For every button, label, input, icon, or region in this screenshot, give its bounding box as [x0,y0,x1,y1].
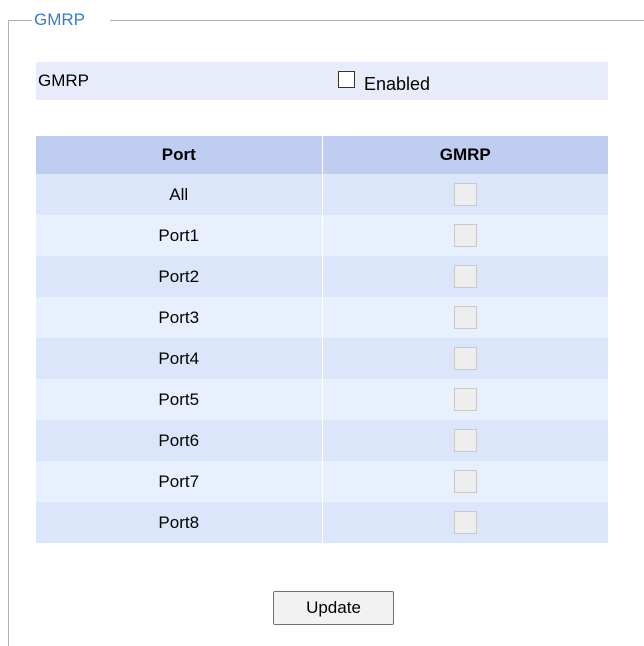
gmrp-checkbox-cell [322,174,608,215]
column-header-gmrp: GMRP [322,136,608,174]
port-gmrp-checkbox[interactable] [453,347,477,370]
port-name-cell: Port7 [36,461,323,502]
update-button[interactable]: Update [273,591,394,625]
gmrp-setting-row: GMRP Enabled [36,62,608,100]
gmrp-checkbox-cell [322,338,608,379]
table-header-row: Port GMRP [36,136,608,174]
fieldset-border-top-right [110,20,644,21]
port-gmrp-checkbox[interactable] [453,224,477,247]
table-row: All [36,174,608,215]
port-gmrp-checkbox[interactable] [453,470,477,493]
fieldset-border-left [8,20,9,646]
port-name-cell: Port5 [36,379,323,420]
gmrp-checkbox-cell [322,256,608,297]
port-name-cell: Port8 [36,502,323,543]
gmrp-setting-label: GMRP [38,71,89,90]
port-name-cell: Port4 [36,338,323,379]
port-name-cell: Port1 [36,215,323,256]
table-row: Port4 [36,338,608,379]
table-row: Port8 [36,502,608,543]
table-row: Port2 [36,256,608,297]
column-header-port: Port [36,136,323,174]
port-gmrp-checkbox[interactable] [453,511,477,534]
port-name-cell: Port2 [36,256,323,297]
table-row: Port6 [36,420,608,461]
port-name-cell: Port3 [36,297,323,338]
fieldset-legend: GMRP [34,10,85,29]
gmrp-checkbox-cell [322,297,608,338]
gmrp-enabled-label[interactable]: Enabled [364,73,430,95]
port-name-cell: All [36,174,323,215]
port-gmrp-checkbox[interactable] [453,306,477,329]
gmrp-enabled-checkbox[interactable] [338,71,355,88]
gmrp-checkbox-cell [322,215,608,256]
gmrp-checkbox-cell [322,379,608,420]
port-gmrp-checkbox[interactable] [453,429,477,452]
port-name-cell: Port6 [36,420,323,461]
fieldset-border-top-left [8,20,32,21]
table-row: Port7 [36,461,608,502]
port-gmrp-checkbox[interactable] [453,388,477,411]
gmrp-checkbox-cell [322,461,608,502]
table-row: Port5 [36,379,608,420]
table-row: Port1 [36,215,608,256]
port-gmrp-table: Port GMRP All Port1 Port2 Port3 Port4 Port5 Po… [36,136,608,543]
port-gmrp-checkbox[interactable] [453,265,477,288]
gmrp-checkbox-cell [322,502,608,543]
table-row: Port3 [36,297,608,338]
gmrp-checkbox-cell [322,420,608,461]
port-gmrp-checkbox[interactable] [453,183,477,206]
